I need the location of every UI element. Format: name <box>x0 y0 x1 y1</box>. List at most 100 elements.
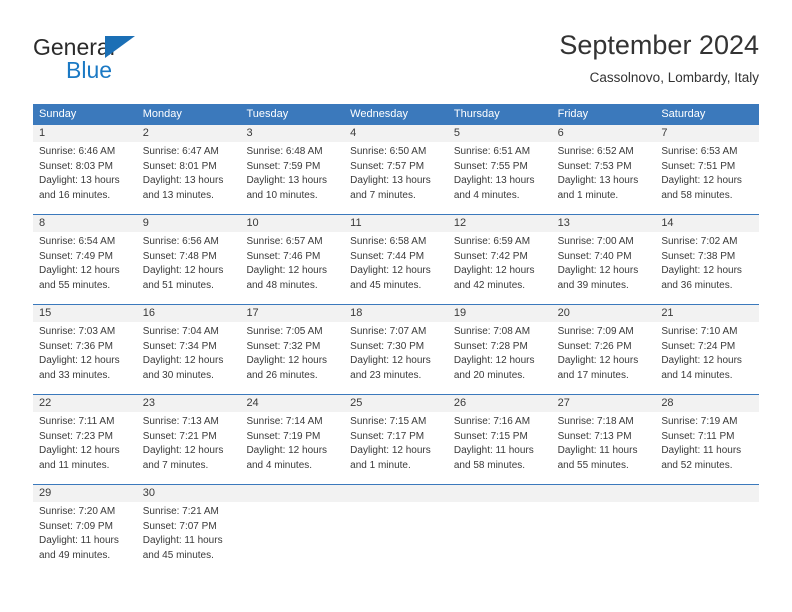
day-sun-info: Sunrise: 6:58 AM Sunset: 7:44 PM Daylight:… <box>350 235 442 293</box>
day-number: 20 <box>557 307 570 319</box>
general-blue-logo[interactable]: General Blue <box>33 34 223 90</box>
calendar-day-cell[interactable]: 9 Sunrise: 6:56 AM Sunset: 7:48 PM Daylight… <box>137 215 241 297</box>
calendar-day-cell[interactable]: 10 Sunrise: 6:57 AM Sunset: 7:46 PM Dayligh… <box>240 215 344 297</box>
day-daylight-1-text: Daylight: 11 hours <box>142 535 223 546</box>
day-sun-info: Sunrise: 7:02 AM Sunset: 7:38 PM Daylight:… <box>661 235 753 293</box>
day-number: 27 <box>557 397 570 409</box>
day-number <box>350 485 442 502</box>
day-number: 29 <box>39 487 52 499</box>
day-daylight-2-text: and 26 minutes. <box>246 369 318 381</box>
day-daylight-1-text: Daylight: 12 hours <box>142 265 224 276</box>
day-sunset-text: Sunset: 7:24 PM <box>661 340 736 352</box>
day-sun-info: Sunrise: 6:54 AM Sunset: 7:49 PM Daylight:… <box>39 235 131 293</box>
day-number: 12 <box>453 217 467 229</box>
page-header: General Blue September 2024 Cassolnovo, … <box>33 28 759 96</box>
day-sunrise-text: Sunrise: 7:13 AM <box>142 416 219 427</box>
day-number: 28 <box>661 397 674 409</box>
calendar-week-inner: 8 Sunrise: 6:54 AM Sunset: 7:49 PM Daylight… <box>33 215 759 297</box>
day-sunrise-text: Sunrise: 7:03 AM <box>39 326 116 337</box>
day-daylight-1-text: Daylight: 12 hours <box>557 265 639 276</box>
day-sunrise-text: Sunrise: 6:50 AM <box>350 146 427 157</box>
day-sunset-text: Sunset: 7:07 PM <box>142 520 217 532</box>
day-sunset-text: Sunset: 7:28 PM <box>453 340 528 352</box>
day-daylight-2-text: and 14 minutes. <box>661 369 733 381</box>
day-sunset-text: Sunset: 8:01 PM <box>142 160 217 172</box>
calendar-day-cell[interactable]: 5 Sunrise: 6:51 AM Sunset: 7:55 PM Daylight… <box>448 125 552 207</box>
day-sun-info: Sunrise: 7:08 AM Sunset: 7:28 PM Daylight:… <box>454 325 546 383</box>
day-sunrise-text: Sunrise: 6:53 AM <box>661 146 738 157</box>
day-sun-info: Sunrise: 7:05 AM Sunset: 7:32 PM Daylight:… <box>246 325 338 383</box>
day-daylight-1-text: Daylight: 12 hours <box>39 445 120 456</box>
calendar-day-cell-empty <box>552 485 656 567</box>
day-daylight-2-text: and 42 minutes. <box>453 279 526 291</box>
calendar-day-cell[interactable]: 20 Sunrise: 7:09 AM Sunset: 7:26 PM Dayligh… <box>552 305 656 387</box>
day-daylight-2-text: and 7 minutes. <box>350 189 416 201</box>
calendar-day-cell[interactable]: 8 Sunrise: 6:54 AM Sunset: 7:49 PM Daylight… <box>33 215 137 297</box>
calendar-day-cell[interactable]: 18 Sunrise: 7:07 AM Sunset: 7:30 PM Dayligh… <box>344 305 448 387</box>
calendar-day-cell[interactable]: 29 Sunrise: 7:20 AM Sunset: 7:09 PM Dayligh… <box>33 485 137 567</box>
day-daylight-2-text: and 7 minutes. <box>142 459 209 471</box>
calendar-week-inner: 1 Sunrise: 6:46 AM Sunset: 8:03 PM Daylight… <box>33 125 759 207</box>
day-number: 14 <box>661 217 674 229</box>
calendar-day-cell[interactable]: 3 Sunrise: 6:48 AM Sunset: 7:59 PM Daylight… <box>240 125 344 207</box>
calendar-day-cell[interactable]: 25 Sunrise: 7:15 AM Sunset: 7:17 PM Dayligh… <box>344 395 448 477</box>
day-sun-info: Sunrise: 7:10 AM Sunset: 7:24 PM Daylight:… <box>661 325 753 383</box>
calendar-day-cell[interactable]: 17 Sunrise: 7:05 AM Sunset: 7:32 PM Dayligh… <box>240 305 344 387</box>
day-daylight-2-text: and 36 minutes. <box>661 279 733 291</box>
day-sun-info: Sunrise: 7:14 AM Sunset: 7:19 PM Daylight:… <box>246 415 338 473</box>
day-daylight-1-text: Daylight: 12 hours <box>661 355 742 366</box>
day-daylight-1-text: Daylight: 13 hours <box>39 175 120 186</box>
calendar-day-cell[interactable]: 6 Sunrise: 6:52 AM Sunset: 7:53 PM Daylight… <box>552 125 656 207</box>
day-sun-info: Sunrise: 6:50 AM Sunset: 7:57 PM Daylight:… <box>350 145 442 203</box>
day-sunrise-text: Sunrise: 6:46 AM <box>39 146 116 157</box>
calendar-day-cell[interactable]: 30 Sunrise: 7:21 AM Sunset: 7:07 PM Dayligh… <box>137 485 241 567</box>
day-sunset-text: Sunset: 7:32 PM <box>246 340 321 352</box>
calendar-day-cell[interactable]: 11 Sunrise: 6:58 AM Sunset: 7:44 PM Dayligh… <box>344 215 448 297</box>
day-sunset-text: Sunset: 7:09 PM <box>39 520 113 532</box>
calendar-day-cell[interactable]: 19 Sunrise: 7:08 AM Sunset: 7:28 PM Dayligh… <box>448 305 552 387</box>
day-daylight-2-text: and 1 minute. <box>557 189 619 201</box>
day-daylight-2-text: and 39 minutes. <box>557 279 629 291</box>
calendar-day-cell[interactable]: 15 Sunrise: 7:03 AM Sunset: 7:36 PM Dayligh… <box>33 305 137 387</box>
day-number <box>558 485 650 502</box>
calendar-page: General Blue September 2024 Cassolnovo, … <box>0 0 792 612</box>
calendar-day-cell[interactable]: 27 Sunrise: 7:18 AM Sunset: 7:13 PM Dayligh… <box>552 395 656 477</box>
calendar-day-cell[interactable]: 22 Sunrise: 7:11 AM Sunset: 7:23 PM Dayligh… <box>33 395 137 477</box>
day-daylight-1-text: Daylight: 13 hours <box>246 175 328 186</box>
calendar-day-cell[interactable]: 7 Sunrise: 6:53 AM Sunset: 7:51 PM Daylight… <box>655 125 759 207</box>
day-number: 13 <box>557 217 570 229</box>
calendar-day-cell[interactable]: 2 Sunrise: 6:47 AM Sunset: 8:01 PM Daylight… <box>137 125 241 207</box>
calendar-day-cell[interactable]: 14 Sunrise: 7:02 AM Sunset: 7:38 PM Dayligh… <box>655 215 759 297</box>
day-sun-info: Sunrise: 6:56 AM Sunset: 7:48 PM Daylight:… <box>143 235 235 293</box>
calendar-day-cell[interactable]: 4 Sunrise: 6:50 AM Sunset: 7:57 PM Daylight… <box>344 125 448 207</box>
calendar-day-cell[interactable]: 21 Sunrise: 7:10 AM Sunset: 7:24 PM Dayligh… <box>655 305 759 387</box>
day-sunrise-text: Sunrise: 7:00 AM <box>557 236 634 247</box>
calendar-week-row: 15 Sunrise: 7:03 AM Sunset: 7:36 PM Dayligh… <box>33 304 759 387</box>
calendar-day-cell[interactable]: 1 Sunrise: 6:46 AM Sunset: 8:03 PM Daylight… <box>33 125 137 207</box>
day-number: 3 <box>246 127 253 139</box>
logo-triangle-icon <box>105 36 135 58</box>
day-sunrise-text: Sunrise: 7:14 AM <box>246 416 323 427</box>
calendar-day-cell-empty <box>655 485 759 567</box>
calendar-day-cell[interactable]: 12 Sunrise: 6:59 AM Sunset: 7:42 PM Dayligh… <box>448 215 552 297</box>
day-number: 25 <box>350 397 363 409</box>
day-daylight-1-text: Daylight: 12 hours <box>557 355 639 366</box>
calendar-day-cell[interactable]: 28 Sunrise: 7:19 AM Sunset: 7:11 PM Dayligh… <box>655 395 759 477</box>
calendar-week-inner: 15 Sunrise: 7:03 AM Sunset: 7:36 PM Dayligh… <box>33 305 759 387</box>
calendar-day-cell[interactable]: 16 Sunrise: 7:04 AM Sunset: 7:34 PM Dayligh… <box>137 305 241 387</box>
day-sunset-text: Sunset: 7:19 PM <box>246 430 321 442</box>
day-number: 11 <box>350 217 362 229</box>
day-number: 24 <box>246 397 259 409</box>
calendar-day-cell-empty <box>344 485 448 567</box>
day-number: 22 <box>39 397 52 409</box>
day-sunrise-text: Sunrise: 7:11 AM <box>39 416 115 427</box>
day-daylight-2-text: and 13 minutes. <box>142 189 214 201</box>
calendar-day-cell[interactable]: 24 Sunrise: 7:14 AM Sunset: 7:19 PM Dayligh… <box>240 395 344 477</box>
day-sunset-text: Sunset: 7:38 PM <box>661 250 736 262</box>
calendar-day-cell[interactable]: 26 Sunrise: 7:16 AM Sunset: 7:15 PM Dayligh… <box>448 395 552 477</box>
calendar-day-cell[interactable]: 13 Sunrise: 7:00 AM Sunset: 7:40 PM Dayligh… <box>552 215 656 297</box>
calendar-day-cell[interactable]: 23 Sunrise: 7:13 AM Sunset: 7:21 PM Dayligh… <box>137 395 241 477</box>
day-daylight-2-text: and 51 minutes. <box>142 279 214 291</box>
day-sun-info: Sunrise: 7:21 AM Sunset: 7:07 PM Daylight:… <box>143 505 235 563</box>
day-sun-info: Sunrise: 7:18 AM Sunset: 7:13 PM Daylight:… <box>558 415 650 473</box>
